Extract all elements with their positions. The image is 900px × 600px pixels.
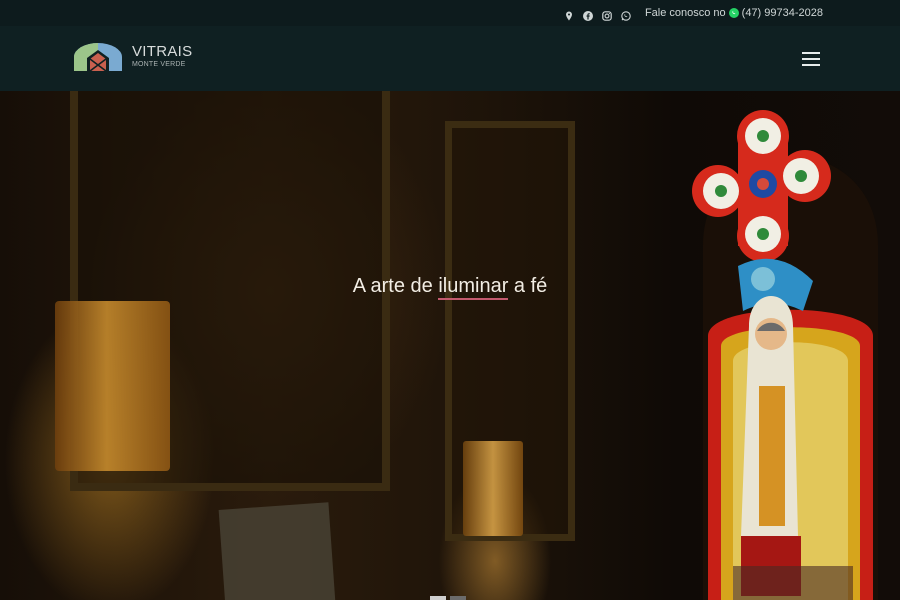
- tagline-before: A arte de: [352, 275, 439, 297]
- social-links: [564, 8, 631, 21]
- logo-title: VITRAIS: [132, 43, 193, 60]
- contact-link[interactable]: Fale conosco no (47) 99734-2028: [645, 7, 823, 19]
- stained-glass-window-image: [692, 110, 878, 600]
- carousel-indicators: [430, 596, 466, 600]
- plaque-image: [218, 502, 336, 600]
- logo-text: VITRAIS MONTE VERDE: [132, 44, 192, 68]
- phone-number: (47) 99734-2028: [741, 7, 823, 19]
- site-logo[interactable]: VITRAIS MONTE VERDE: [72, 41, 192, 71]
- hero-banner: A arte de iluminar a fé: [0, 91, 900, 600]
- candle-image: [55, 301, 170, 471]
- carousel-dot-active[interactable]: [430, 596, 446, 600]
- site-header: VITRAIS MONTE VERDE: [0, 26, 900, 91]
- carousel-dot[interactable]: [450, 596, 466, 600]
- logo-subtitle: MONTE VERDE: [132, 61, 186, 68]
- facebook-icon[interactable]: [582, 8, 593, 21]
- hero-tagline: A arte de iluminar a fé: [0, 275, 900, 300]
- candle-image: [463, 441, 523, 536]
- tagline-after: a fé: [508, 275, 548, 297]
- instagram-icon[interactable]: [602, 8, 612, 21]
- stained-glass-logo-icon: [74, 43, 122, 71]
- hamburger-menu-icon[interactable]: [802, 52, 820, 66]
- tagline-highlight: iluminar: [438, 275, 509, 300]
- whatsapp-icon: [728, 8, 739, 18]
- whatsapp-icon[interactable]: [621, 8, 631, 21]
- map-pin-icon[interactable]: [564, 8, 574, 21]
- top-contact-bar: Fale conosco no (47) 99734-2028: [0, 0, 900, 26]
- contact-prefix: Fale conosco no: [644, 7, 726, 19]
